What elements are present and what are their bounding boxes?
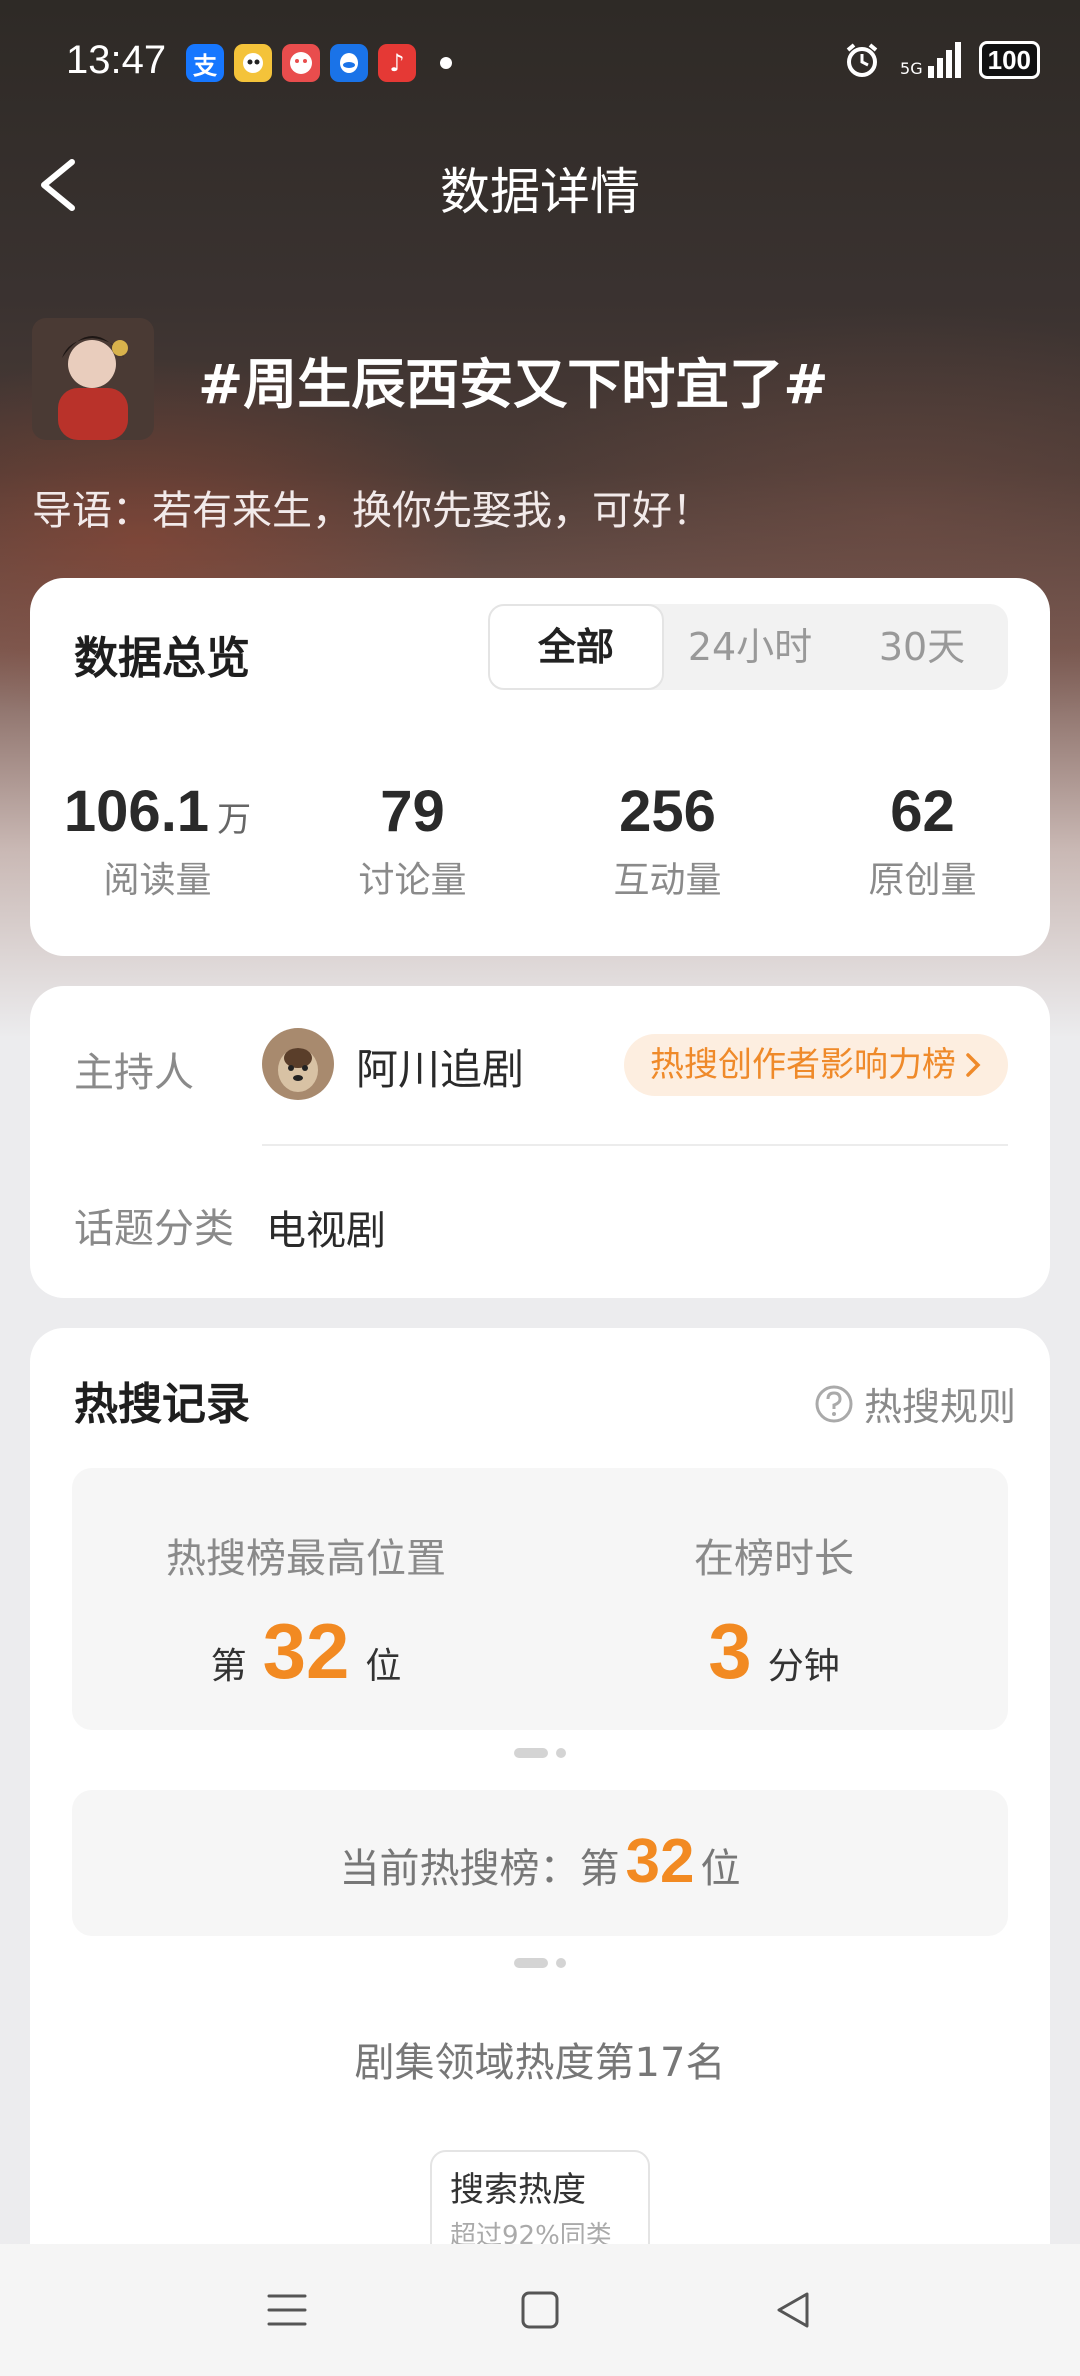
network-type: 5G [900,59,923,78]
stat-reads-value: 106.1 [63,779,210,844]
stat-interactions: 256 互动量 [540,778,795,903]
game-icon [282,44,320,82]
best-position-suffix: 位 [365,1646,402,1687]
category-label: 话题分类 [74,1206,234,1252]
search-heat-title: 搜索热度 [450,2170,586,2210]
pager-dot-active [514,1748,548,1758]
duration-line: 3 分钟 [540,1606,1008,1697]
menu-icon [267,2294,307,2326]
alipay-icon: 支 [186,44,224,82]
status-right: 5G 100 [842,40,1040,80]
stat-discussions: 79 讨论量 [285,778,540,903]
stat-discussions-value: 79 [380,779,445,844]
field-rank-text: 剧集领域热度第17名 [354,2040,726,2086]
tab-all[interactable]: 全部 [488,604,664,690]
stats-row: 106.1 万 阅读量 79 讨论量 256 互动量 62 原创量 [30,778,1050,903]
time-range-tabs: 全部 24小时 30天 [488,604,1008,690]
status-bar: 13:47 支 ♪ 5G 100 [0,0,1080,120]
page-title: 数据详情 [440,163,640,221]
best-position-line: 第 32 位 [72,1606,540,1697]
duration-value: 3 [708,1607,752,1695]
system-nav-bar [0,2244,1080,2376]
tab-30d[interactable]: 30天 [836,604,1008,690]
duration-label: 在榜时长 [694,1536,854,1582]
alarm-icon [846,43,878,77]
duration-unit: 分钟 [767,1646,840,1687]
more-notifications-dot [440,57,452,69]
hot-search-title: 热搜记录 [74,1379,250,1430]
pager-dot [556,1958,566,1968]
best-position-block: 热搜榜最高位置 第 32 位 [72,1526,540,1697]
notification-icons: 支 ♪ [186,44,452,82]
pager-dots-1 [30,1748,1050,1758]
home-button[interactable] [500,2270,580,2350]
creator-ranking-badge[interactable]: 热搜创作者影响力榜 [624,1034,1008,1096]
topic-title: #周生辰西安又下时宜了# [198,353,829,416]
topic-intro: 导语：若有来生，换你先娶我，可好！ [32,488,712,534]
pager-dot [556,1748,566,1758]
stat-reads-unit: 万 [217,800,252,840]
best-position-label: 热搜榜最高位置 [166,1536,446,1582]
current-rank-prefix: 当前热搜榜：第 [339,1846,620,1892]
pager-dots-2 [30,1958,1050,1968]
overview-title: 数据总览 [74,633,250,684]
signal-icon: 5G [900,42,961,78]
stat-original: 62 原创量 [795,778,1050,903]
stat-reads: 106.1 万 阅读量 [30,778,285,903]
best-position-value: 32 [262,1607,350,1695]
qq-icon [330,44,368,82]
weibo-icon [234,44,272,82]
triangle-back-icon [777,2292,809,2328]
category-value: 电视剧 [266,1208,386,1254]
menu-button[interactable] [247,2270,327,2350]
pager-dot-active [514,1958,548,1968]
overview-card: 数据总览 全部 24小时 30天 106.1 万 阅读量 79 讨论量 256 互… [30,578,1050,956]
hot-search-rules-label: 热搜规则 [863,1385,1016,1429]
status-time: 13:47 [66,38,167,82]
battery-indicator: 100 [978,41,1040,79]
divider [262,1144,1008,1146]
host-label: 主持人 [74,1050,194,1096]
host-card: 主持人 阿川追剧 热搜创作者影响力榜 话题分类 电视剧 [30,986,1050,1298]
duration-block: 在榜时长 3 分钟 [540,1526,1008,1697]
hot-search-stats-panel: 热搜榜最高位置 第 32 位 在榜时长 3 分钟 [72,1468,1008,1730]
stat-reads-label: 阅读量 [103,860,212,901]
chevron-right-icon [966,1053,981,1077]
tab-24h[interactable]: 24小时 [664,604,836,690]
current-rank-value: 32 [625,1827,695,1896]
stat-original-value: 62 [890,779,955,844]
stat-discussions-label: 讨论量 [358,860,467,901]
host-name[interactable]: 阿川追剧 [356,1036,524,1097]
help-icon [815,1385,853,1422]
creator-ranking-label: 热搜创作者影响力榜 [650,1045,956,1085]
stat-interactions-value: 256 [619,779,716,844]
current-rank-suffix: 位 [700,1846,741,1892]
hot-search-rules-link[interactable]: 热搜规则 [814,1376,1016,1431]
hot-search-card: 热搜记录 热搜规则 热搜榜最高位置 第 32 位 在榜时长 3 分钟 当前热搜榜… [30,1328,1050,2376]
host-avatar[interactable] [262,1028,334,1100]
current-rank-line: 当前热搜榜：第 32 位 [72,1826,1008,1897]
home-square-icon [521,2291,559,2329]
music-icon: ♪ [378,44,416,82]
best-position-prefix: 第 [210,1646,247,1687]
topic-avatar [32,318,154,440]
current-rank-panel: 当前热搜榜：第 32 位 [72,1790,1008,1936]
stat-interactions-label: 互动量 [613,860,722,901]
stat-original-label: 原创量 [868,860,977,901]
back-nav-button[interactable] [753,2270,833,2350]
